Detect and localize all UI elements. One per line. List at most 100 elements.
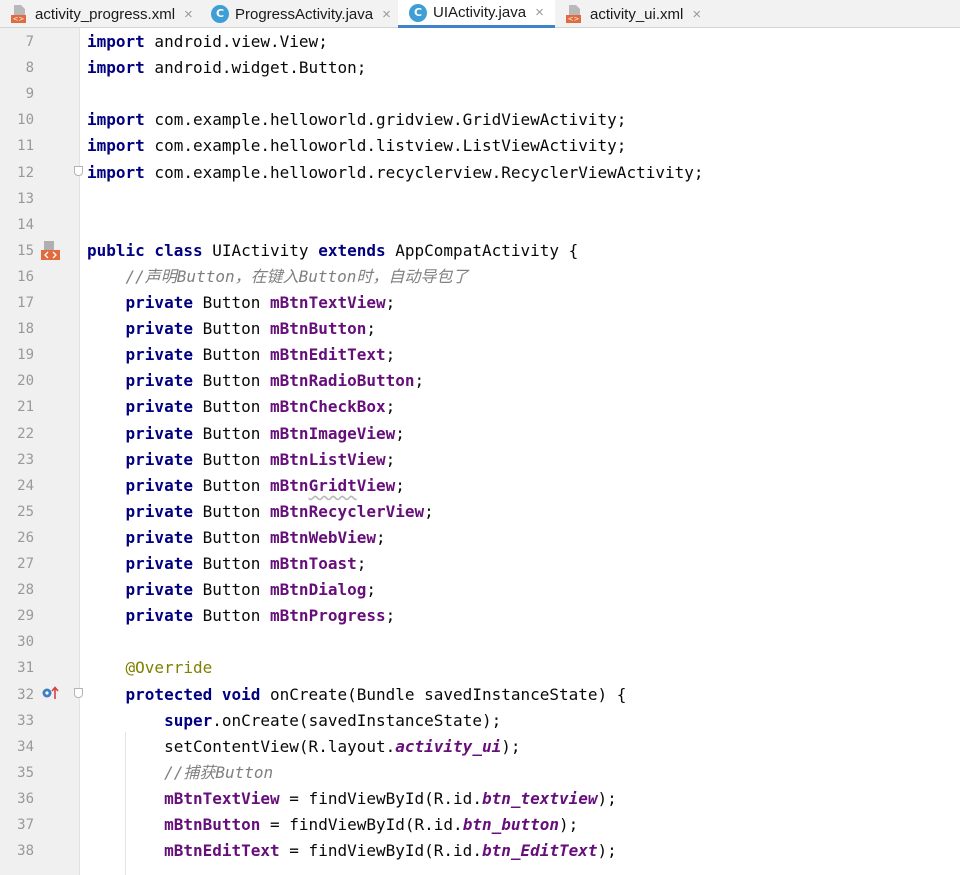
code-line[interactable]: private Button mBtnTextView; <box>87 290 396 316</box>
close-tab-icon[interactable]: × <box>382 7 391 22</box>
code-token: ; <box>356 554 367 573</box>
code-token: .onCreate(savedInstanceState); <box>212 710 502 730</box>
code-token: Button <box>192 449 271 469</box>
line-number: 9 <box>25 86 34 103</box>
code-editor[interactable]: import android.view.View; import android.… <box>80 28 960 875</box>
code-line[interactable]: import com.example.helloworld.listview.L… <box>87 133 626 159</box>
code-token: mBtnTextView <box>270 293 386 312</box>
code-token: Button <box>192 606 271 626</box>
code-token: mBtnButton <box>270 319 367 339</box>
code-line[interactable]: @Override <box>87 655 213 681</box>
line-number: 20 <box>17 373 34 390</box>
code-token: //捕获Button <box>164 762 274 782</box>
code-token: mBtnListView <box>270 449 386 469</box>
code-line[interactable]: import android.widget.Button; <box>87 55 366 81</box>
code-line[interactable]: protected void onCreate(Bundle savedInst… <box>87 682 627 708</box>
tab-activity-ui-xml[interactable]: <> activity_ui.xml × <box>555 0 715 28</box>
code-line[interactable]: //捕获Button <box>87 760 273 786</box>
line-number: 19 <box>17 347 34 364</box>
code-line[interactable]: mBtnEditText = findViewById(R.id.btn_Edi… <box>87 838 617 864</box>
override-method-icon[interactable] <box>42 685 60 701</box>
code-token: private <box>125 475 193 495</box>
code-token: private <box>125 397 193 417</box>
code-token: mBtnProgress <box>270 606 386 626</box>
code-token: setContentView(R.layout. <box>87 736 396 756</box>
line-number: 13 <box>17 190 34 207</box>
code-line[interactable]: //声明Button，在键入Button时，自动导包了 <box>87 264 469 290</box>
code-token: activity_ui <box>395 736 502 756</box>
code-token: import <box>87 110 145 130</box>
tab-activity-progress-xml[interactable]: <> activity_progress.xml × <box>0 0 200 28</box>
tab-label: activity_progress.xml <box>35 5 176 23</box>
code-line[interactable]: private Button mBtnListView; <box>87 447 396 473</box>
line-number: 22 <box>17 425 34 442</box>
code-line[interactable]: private Button mBtnImageView; <box>87 421 405 447</box>
line-number: 11 <box>17 138 34 155</box>
code-line[interactable]: private Button mBtnDialog; <box>87 577 376 603</box>
code-line[interactable]: private Button mBtnButton; <box>87 316 376 342</box>
code-line[interactable]: private Button mBtnEditText; <box>87 342 396 368</box>
code-line[interactable]: import android.view.View; <box>87 29 328 55</box>
code-token: Button <box>192 554 271 573</box>
tab-uiactivity-java[interactable]: C UIActivity.java × <box>398 0 555 28</box>
close-tab-icon[interactable]: × <box>184 7 193 22</box>
code-token: Gridt <box>308 475 357 495</box>
line-number: 33 <box>17 712 34 729</box>
code-token: private <box>125 371 193 391</box>
code-line[interactable]: private Button mBtnProgress; <box>87 603 396 629</box>
code-line[interactable]: private Button mBtnRadioButton; <box>87 368 425 394</box>
code-token: private <box>125 580 193 600</box>
code-line[interactable]: import com.example.helloworld.gridview.G… <box>87 107 626 133</box>
code-token: import <box>87 32 145 51</box>
code-token: ; <box>366 319 376 339</box>
code-token: ; <box>395 475 405 495</box>
tab-label: UIActivity.java <box>433 4 527 21</box>
code-token: mBtnTextView <box>164 788 280 808</box>
close-tab-icon[interactable]: × <box>692 7 701 22</box>
line-number-gutter[interactable]: 7 8 9 10 11 12 13 14 15 16 17 18 19 20 21 22 23 24 25 26 27 2… <box>0 28 80 875</box>
line-number: 31 <box>17 660 34 677</box>
tab-progress-activity-java[interactable]: C ProgressActivity.java × <box>200 0 398 28</box>
line-number: 10 <box>17 112 34 129</box>
close-tab-icon[interactable]: × <box>535 5 544 20</box>
line-number: 30 <box>17 634 34 651</box>
code-token: android.view.View; <box>144 32 328 51</box>
tab-label: activity_ui.xml <box>590 5 684 23</box>
code-token: Button <box>192 423 271 443</box>
line-number: 8 <box>25 60 34 77</box>
code-line[interactable]: mBtnTextView = findViewById(R.id.btn_tex… <box>87 786 617 812</box>
line-number: 7 <box>25 34 34 50</box>
code-line[interactable]: mBtnButton = findViewById(R.id.btn_butto… <box>87 812 578 838</box>
line-number: 34 <box>17 738 34 755</box>
code-token: mBtnRecyclerView <box>270 501 425 521</box>
code-line[interactable]: super.onCreate(savedInstanceState); <box>87 708 501 734</box>
line-number: 14 <box>17 216 34 233</box>
code-token: mBtnToast <box>270 554 357 573</box>
code-token: Button <box>192 293 271 312</box>
line-number: 32 <box>17 686 34 703</box>
code-line[interactable]: private Button mBtnWebView; <box>87 525 386 551</box>
code-line[interactable]: private Button mBtnCheckBox; <box>87 394 396 420</box>
code-line[interactable]: public class UIActivity extends AppCompa… <box>87 238 578 264</box>
code-token: ; <box>385 397 396 417</box>
java-class-icon: C <box>409 3 427 22</box>
layout-file-marker-icon[interactable] <box>41 241 61 261</box>
code-token: ; <box>366 580 376 600</box>
code-line[interactable]: private Button mBtnGridtView; <box>87 473 405 499</box>
line-number: 25 <box>17 503 34 520</box>
code-token: AppCompatActivity { <box>385 240 579 260</box>
line-number: 18 <box>17 321 34 338</box>
code-token: mBtnDialog <box>270 580 367 600</box>
code-line[interactable]: import com.example.helloworld.recyclervi… <box>87 160 704 186</box>
code-line[interactable]: setContentView(R.layout.activity_ui); <box>87 734 520 760</box>
code-line[interactable]: private Button mBtnRecyclerView; <box>87 499 434 525</box>
code-line[interactable]: private Button mBtnToast; <box>87 551 367 577</box>
